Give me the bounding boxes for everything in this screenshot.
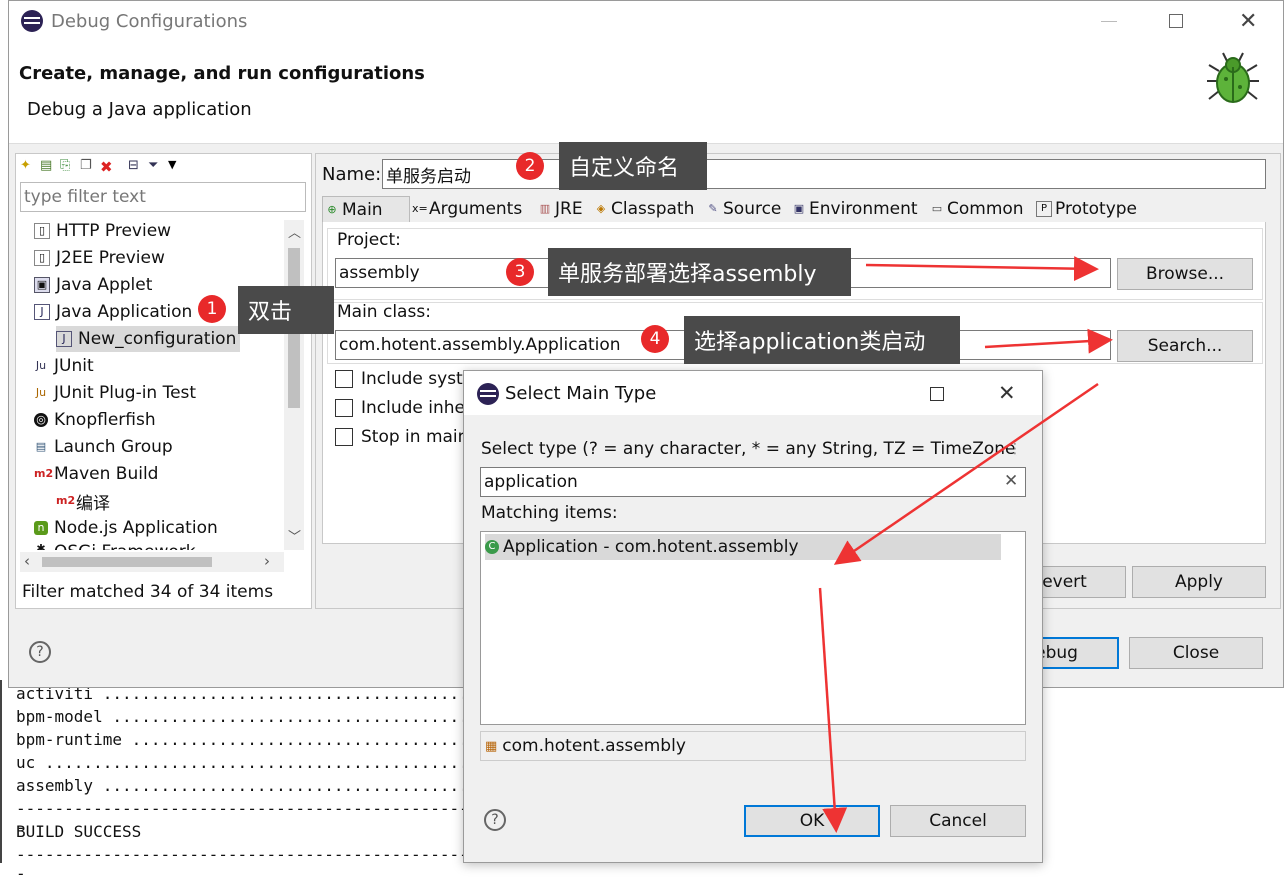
annotation-arrows: [818, 256, 1113, 833]
arrow-to-ok: [818, 587, 848, 833]
arrow-to-browse: [865, 256, 1099, 282]
arrow-to-search: [984, 328, 1113, 354]
arrow-to-match-item: [833, 382, 1099, 565]
